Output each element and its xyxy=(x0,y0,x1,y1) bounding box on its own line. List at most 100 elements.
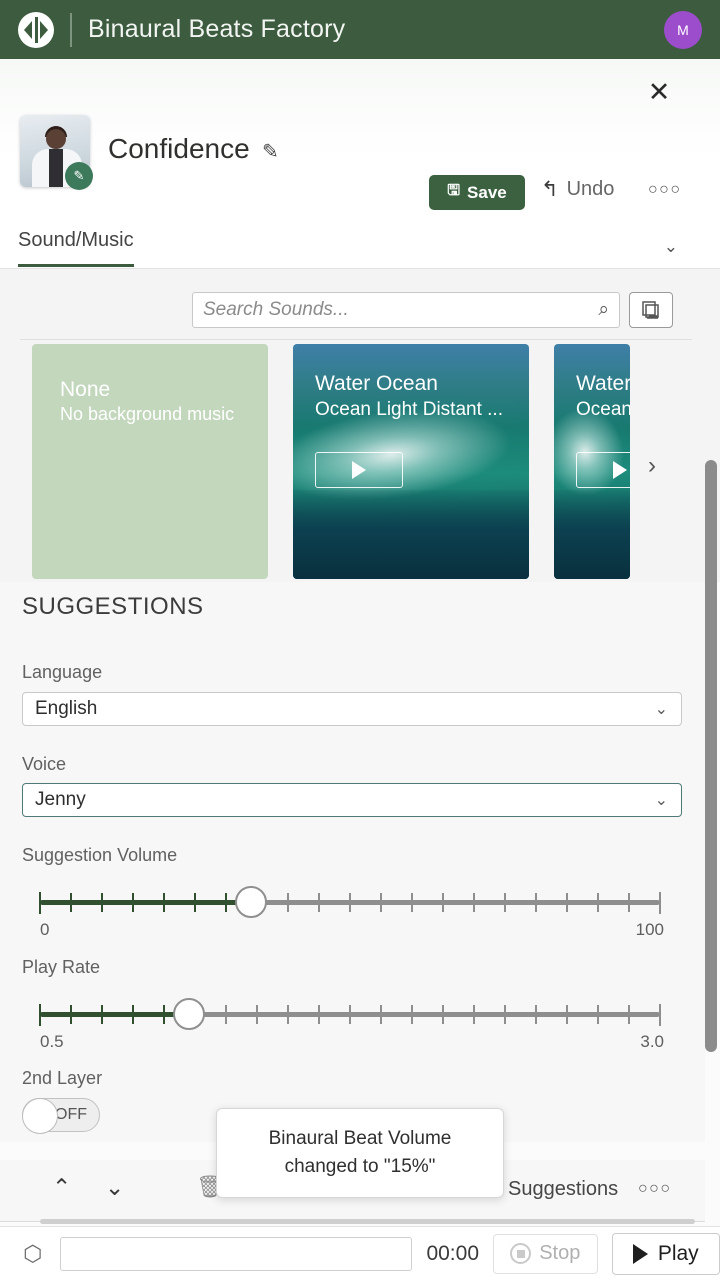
sound-panel: ⌕ None No background music Water Ocean O… xyxy=(0,269,720,582)
binaural-logo-icon xyxy=(18,11,54,48)
player-time: 00:00 xyxy=(426,1241,480,1265)
carousel-next-icon[interactable]: › xyxy=(648,452,656,480)
app-root: Binaural Beats Factory M ✕ ✎ Confidence … xyxy=(0,0,720,1280)
vertical-scrollbar-thumb[interactable] xyxy=(705,460,717,1052)
pencil-icon[interactable]: ✎ xyxy=(262,139,279,164)
voice-select[interactable]: Jenny ⌄ xyxy=(22,783,682,817)
toggle-knob xyxy=(22,1098,58,1134)
slider-fill xyxy=(40,1012,189,1017)
move-up-icon[interactable]: ⌃ xyxy=(52,1174,71,1201)
tab-chevron-down-icon[interactable]: ⌄ xyxy=(664,237,678,257)
toast-notification: Binaural Beat Volume changed to "15%" xyxy=(216,1108,504,1198)
horizontal-scrollbar-thumb[interactable] xyxy=(40,1219,695,1224)
slider-tick xyxy=(101,1005,103,1024)
play-button[interactable]: Play xyxy=(611,1232,720,1275)
play-rate-slider-block: Play Rate 0.5 3.0 xyxy=(22,957,682,1056)
slider-tick xyxy=(163,1005,165,1024)
play-rate-label: Play Rate xyxy=(22,957,101,977)
slider-tick xyxy=(628,1005,630,1024)
slider-tick xyxy=(628,893,630,912)
suggestion-volume-label: Suggestion Volume xyxy=(22,845,178,865)
slider-tick xyxy=(504,1005,506,1024)
slider-tick xyxy=(225,1005,227,1024)
slider-tick xyxy=(70,1005,72,1024)
slider-tick xyxy=(39,1004,41,1026)
slider-track[interactable] xyxy=(39,1004,661,1026)
undo-button-label: Undo xyxy=(566,178,615,200)
slider-tick xyxy=(256,1005,258,1024)
sound-card-none[interactable]: None No background music xyxy=(32,344,268,579)
slider-tick xyxy=(380,893,382,912)
stop-icon xyxy=(510,1243,532,1264)
play-icon[interactable] xyxy=(315,452,403,488)
slider-tick xyxy=(659,1004,661,1026)
sound-card-water-ocean[interactable]: Water Ocean Ocean Light Distant ... xyxy=(293,344,529,579)
app-bar: Binaural Beats Factory M xyxy=(0,0,720,59)
toast-line-1: Binaural Beat Volume xyxy=(268,1128,452,1150)
chevron-down-icon: ⌄ xyxy=(654,792,668,809)
suggestions-section: SUGGESTIONS Language English ⌄ Voice Jen… xyxy=(0,582,705,1142)
play-rate-thumb[interactable] xyxy=(172,998,205,1030)
save-button[interactable]: 🖫 Save xyxy=(429,175,525,210)
logo-divider xyxy=(70,12,72,47)
copy-icon[interactable] xyxy=(629,292,673,328)
sound-card-carousel: None No background music Water Ocean Oce… xyxy=(0,344,720,582)
language-select[interactable]: English ⌄ xyxy=(22,692,682,726)
slider-tick xyxy=(411,893,413,912)
sound-card-water-ocean-2[interactable]: Water Ocean xyxy=(554,344,630,579)
header-more-icon[interactable]: ○○○ xyxy=(648,181,682,199)
slider-tick xyxy=(504,893,506,912)
slider-tick xyxy=(349,1005,351,1024)
page-title: Confidence xyxy=(108,133,250,164)
second-layer-toggle[interactable]: OFF xyxy=(22,1098,100,1134)
undo-button[interactable]: ↰ Undo xyxy=(541,177,614,202)
suggestion-volume-thumb[interactable] xyxy=(234,886,267,918)
tab-sound-music[interactable]: Sound/Music xyxy=(18,229,134,267)
play-icon[interactable] xyxy=(576,452,630,488)
search-input[interactable] xyxy=(203,299,599,321)
suggestion-volume-slider[interactable] xyxy=(22,884,682,920)
avatar[interactable]: M xyxy=(664,11,702,49)
close-icon[interactable]: ✕ xyxy=(644,77,674,107)
slider-tick xyxy=(442,893,444,912)
voice-value: Jenny xyxy=(35,789,86,810)
tab-bar: Sound/Music ⌄ xyxy=(0,223,720,269)
voice-label: Voice xyxy=(22,754,67,774)
slider-tick xyxy=(287,893,289,912)
app-title: Binaural Beats Factory xyxy=(88,15,346,43)
slider-tick xyxy=(566,893,568,912)
slider-tick xyxy=(597,1005,599,1024)
move-down-icon[interactable]: ⌄ xyxy=(105,1174,124,1201)
undo-arrow-icon: ↰ xyxy=(541,178,559,201)
language-value: English xyxy=(35,698,98,719)
suggestion-volume-max: 100 xyxy=(635,920,664,939)
slider-track[interactable] xyxy=(39,892,661,914)
slider-tick xyxy=(287,1005,289,1024)
thumbnail-edit-icon[interactable]: ✎ xyxy=(65,162,93,190)
slider-tick xyxy=(442,1005,444,1024)
floppy-disk-icon: 🖫 xyxy=(447,182,461,199)
slider-tick xyxy=(101,893,103,912)
hexagon-icon[interactable]: ⬡ xyxy=(16,1237,50,1271)
suggestion-volume-slider-block: Suggestion Volume 0 100 xyxy=(22,845,682,944)
editor-header: ✕ ✎ Confidence ✎ 🖫 Save ↰ Undo ○○○ ⌄ xyxy=(0,59,720,275)
player-text-field[interactable] xyxy=(59,1236,413,1271)
player-bar: ⬡ 00:00 Stop Play xyxy=(0,1226,720,1280)
project-thumbnail[interactable]: ✎ xyxy=(20,115,93,190)
chevron-down-icon: ⌄ xyxy=(654,701,668,718)
panel-divider xyxy=(20,339,692,340)
sound-card-subtitle: Ocean Light Distant ... xyxy=(315,399,503,420)
search-icon[interactable]: ⌕ xyxy=(598,299,609,321)
suggestions-tool-label[interactable]: Suggestions xyxy=(508,1178,618,1201)
slider-tick xyxy=(597,893,599,912)
stop-button[interactable]: Stop xyxy=(493,1233,598,1274)
tool-more-icon[interactable]: ○○○ xyxy=(638,1180,672,1198)
slider-tick xyxy=(473,893,475,912)
search-row: ⌕ xyxy=(0,292,720,328)
play-rate-slider[interactable] xyxy=(22,996,682,1032)
slider-tick xyxy=(225,893,227,912)
copy-glyph xyxy=(642,301,659,319)
toast-line-2: changed to "15%" xyxy=(284,1156,436,1177)
search-sounds-box[interactable]: ⌕ xyxy=(192,292,620,328)
sound-card-title: Water xyxy=(576,372,630,395)
